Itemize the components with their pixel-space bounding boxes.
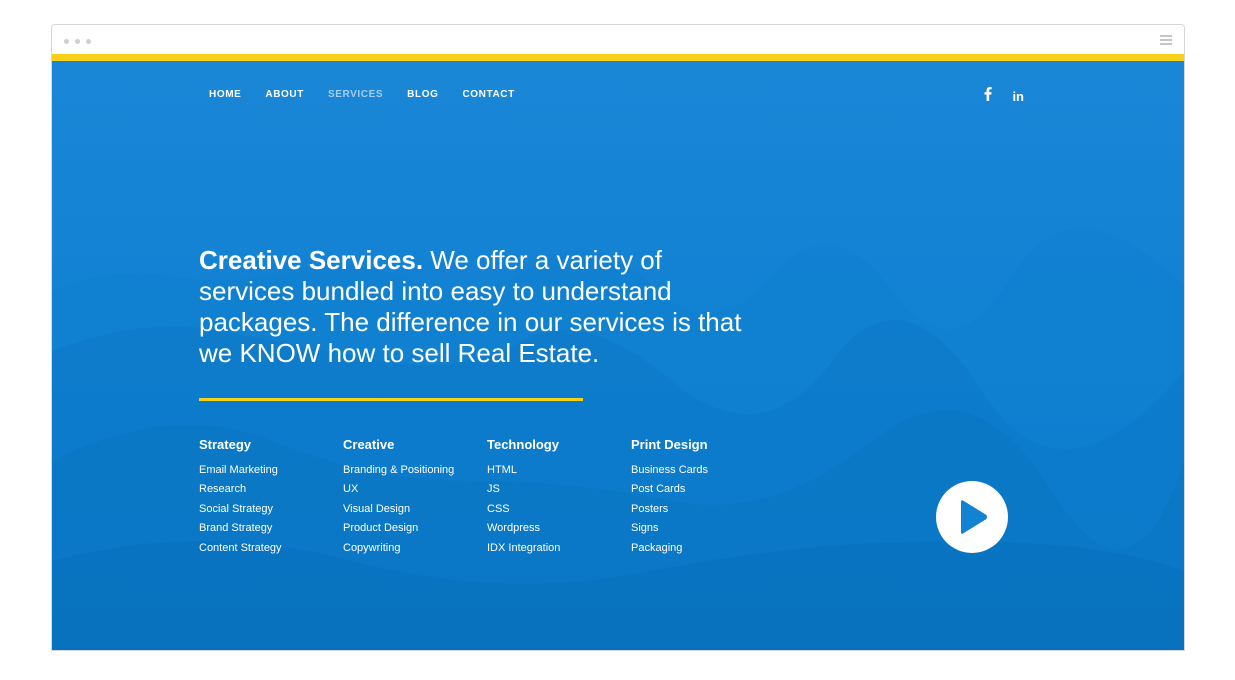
list-item[interactable]: Business Cards bbox=[631, 461, 775, 480]
accent-top-bar bbox=[52, 54, 1184, 61]
social-links: in bbox=[984, 87, 1024, 106]
list-item[interactable]: Product Design bbox=[343, 519, 487, 538]
window-dot-icon bbox=[86, 39, 91, 44]
play-video-button[interactable] bbox=[936, 481, 1008, 553]
list-item[interactable]: JS bbox=[487, 480, 631, 499]
list-item[interactable]: Wordpress bbox=[487, 519, 631, 538]
services-column-print-design: Print Design Business Cards Post Cards P… bbox=[631, 437, 775, 558]
list-item[interactable]: Content Strategy bbox=[199, 539, 343, 558]
list-item[interactable]: Email Marketing bbox=[199, 461, 343, 480]
list-item[interactable]: Copywriting bbox=[343, 539, 487, 558]
list-item[interactable]: Posters bbox=[631, 500, 775, 519]
services-column-creative: Creative Branding & Positioning UX Visua… bbox=[343, 437, 487, 558]
nav-contact[interactable]: CONTACT bbox=[462, 89, 514, 100]
yellow-divider bbox=[199, 398, 583, 401]
nav-blog[interactable]: BLOG bbox=[407, 89, 438, 100]
list-item[interactable]: Visual Design bbox=[343, 500, 487, 519]
services-column-technology: Technology HTML JS CSS Wordpress IDX Int… bbox=[487, 437, 631, 558]
nav-home[interactable]: HOME bbox=[209, 89, 241, 100]
column-title: Technology bbox=[487, 437, 559, 452]
column-title: Creative bbox=[343, 437, 395, 452]
column-title: Print Design bbox=[631, 437, 708, 452]
nav-services[interactable]: SERVICES bbox=[328, 89, 383, 100]
linkedin-icon[interactable]: in bbox=[1012, 90, 1024, 103]
list-item[interactable]: Post Cards bbox=[631, 480, 775, 499]
headline-bold: Creative Services. bbox=[199, 245, 424, 275]
play-icon bbox=[961, 500, 987, 534]
window-dot-icon bbox=[64, 39, 69, 44]
list-item[interactable]: Signs bbox=[631, 519, 775, 538]
browser-titlebar bbox=[52, 25, 1184, 54]
list-item[interactable]: Packaging bbox=[631, 539, 775, 558]
nav-about[interactable]: ABOUT bbox=[265, 89, 304, 100]
list-item[interactable]: Social Strategy bbox=[199, 500, 343, 519]
column-title: Strategy bbox=[199, 437, 252, 452]
services-columns: Strategy Email Marketing Research Social… bbox=[199, 437, 775, 558]
list-item[interactable]: Branding & Positioning bbox=[343, 461, 487, 480]
list-item[interactable]: Brand Strategy bbox=[199, 519, 343, 538]
window-dot-icon bbox=[75, 39, 80, 44]
list-item[interactable]: IDX Integration bbox=[487, 539, 631, 558]
hamburger-menu-icon[interactable] bbox=[1160, 35, 1172, 45]
list-item[interactable]: HTML bbox=[487, 461, 631, 480]
facebook-icon[interactable] bbox=[984, 87, 993, 106]
hero-headline: Creative Services. We offer a variety of… bbox=[199, 245, 759, 369]
list-item[interactable]: Research bbox=[199, 480, 343, 499]
services-column-strategy: Strategy Email Marketing Research Social… bbox=[199, 437, 343, 558]
hero-section: HOME ABOUT SERVICES BLOG CONTACT in Crea… bbox=[52, 61, 1184, 650]
browser-window: HOME ABOUT SERVICES BLOG CONTACT in Crea… bbox=[51, 24, 1185, 651]
main-nav: HOME ABOUT SERVICES BLOG CONTACT bbox=[209, 89, 515, 100]
list-item[interactable]: CSS bbox=[487, 500, 631, 519]
list-item[interactable]: UX bbox=[343, 480, 487, 499]
